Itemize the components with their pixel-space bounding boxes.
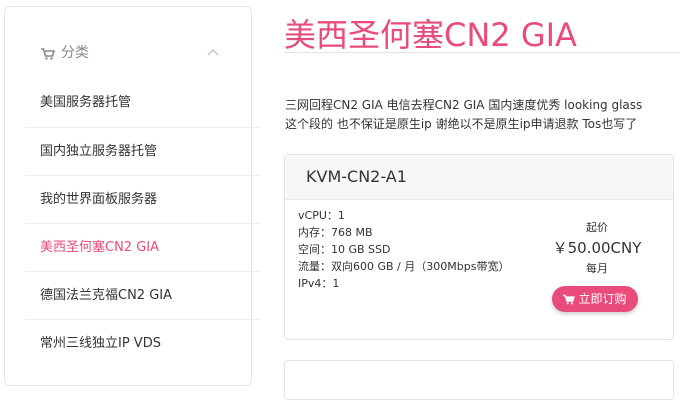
page-title: 美西圣何塞CN2 GIA	[284, 16, 577, 54]
spec-disk: 空间：10 GB SSD	[298, 243, 391, 256]
sidebar-item-domestic-server-hosting[interactable]: 国内独立服务器托管	[25, 127, 261, 175]
order-now-button[interactable]: 立即订购	[552, 286, 638, 312]
spec-ipv4: IPv4：1	[298, 277, 340, 290]
billing-cycle: 每月	[586, 262, 608, 275]
cart-icon	[41, 45, 56, 64]
spec-traffic: 流量：双向600 GB / 月（300Mbps带宽）	[298, 260, 510, 273]
product-card: KVM-CN2-A1 vCPU：1 内存：768 MB 空间：10 GB SSD…	[284, 154, 674, 340]
sidebar-item-san-jose-cn2-gia[interactable]: 美西圣何塞CN2 GIA	[25, 223, 261, 271]
order-now-label: 立即订购	[578, 292, 627, 306]
sidebar-item-minecraft-panel-server[interactable]: 我的世界面板服务器	[25, 175, 261, 223]
spec-vcpu: vCPU：1	[298, 209, 345, 222]
chevron-up-icon[interactable]	[207, 41, 219, 60]
sidebar-title: 分类	[61, 45, 89, 61]
description-line-2: 这个段的 也不保证是原生ip 谢绝以不是原生ip申请退款 Tos也写了	[285, 117, 638, 131]
description-line-1: 三网回程CN2 GIA 电信去程CN2 GIA 国内速度优秀 looking g…	[285, 98, 643, 112]
price-from-label: 起价	[586, 221, 608, 234]
product-specs: vCPU：1 内存：768 MB 空间：10 GB SSD 流量：双向600 G…	[298, 207, 510, 292]
product-name: KVM-CN2-A1	[285, 155, 673, 200]
next-product-card	[284, 360, 674, 400]
sidebar-item-frankfurt-cn2-gia[interactable]: 德国法兰克福CN2 GIA	[25, 271, 261, 319]
sidebar-item-us-server-hosting[interactable]: 美国服务器托管	[25, 79, 261, 127]
title-divider	[284, 52, 680, 53]
category-description: 三网回程CN2 GIA 电信去程CN2 GIA 国内速度优秀 looking g…	[285, 96, 680, 134]
sidebar-item-changzhou-vds[interactable]: 常州三线独立IP VDS	[25, 319, 261, 367]
price-value: ￥50.00CNY	[552, 239, 642, 257]
category-sidebar: 分类 美国服务器托管 国内独立服务器托管 我的世界面板服务器 美西圣何塞CN2 …	[4, 6, 261, 386]
spec-memory: 内存：768 MB	[298, 226, 373, 239]
cart-icon	[563, 294, 576, 305]
price-box: 起价 ￥50.00CNY 每月	[547, 219, 647, 276]
